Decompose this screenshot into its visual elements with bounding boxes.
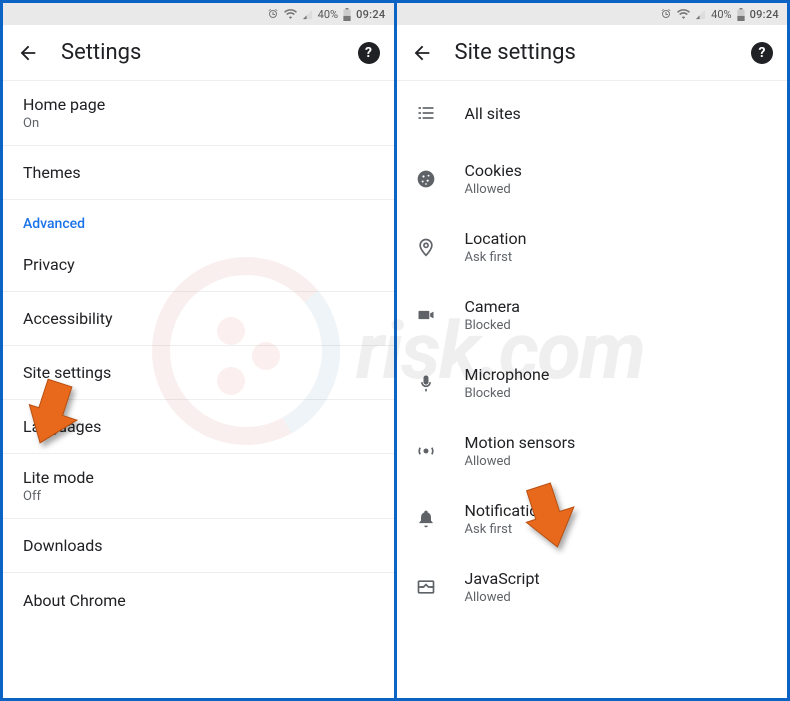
item-camera[interactable]: Camera Blocked — [397, 281, 788, 349]
item-label: Themes — [23, 163, 374, 182]
battery-icon — [737, 8, 745, 21]
item-label: Home page — [23, 95, 374, 114]
status-bar: 40% 09:24 — [397, 3, 788, 25]
item-label: Lite mode — [23, 468, 374, 487]
item-all-sites[interactable]: All sites — [397, 81, 788, 145]
clock-time: 09:24 — [750, 8, 779, 21]
item-accessibility[interactable]: Accessibility — [3, 292, 394, 346]
clock-time: 09:24 — [356, 8, 385, 21]
item-sub: Allowed — [465, 590, 540, 605]
alarm-icon — [660, 8, 672, 20]
phone-site-settings: 40% 09:24 Site settings ? All sites — [397, 3, 788, 698]
item-label: Site settings — [23, 363, 374, 382]
item-label: All sites — [465, 104, 521, 123]
item-privacy[interactable]: Privacy — [3, 238, 394, 292]
item-about-chrome[interactable]: About Chrome — [3, 573, 394, 627]
item-label: Downloads — [23, 536, 374, 555]
item-label: Motion sensors — [465, 433, 576, 452]
item-cookies[interactable]: Cookies Allowed — [397, 145, 788, 213]
item-site-settings[interactable]: Site settings — [3, 346, 394, 400]
item-label: About Chrome — [23, 591, 374, 610]
list-icon — [415, 103, 437, 123]
alarm-icon — [267, 8, 279, 20]
page-title: Site settings — [455, 40, 730, 65]
item-home-page[interactable]: Home page On — [3, 81, 394, 146]
phone-settings: 40% 09:24 Settings ? Home page On Themes… — [3, 3, 397, 698]
wifi-icon — [284, 9, 297, 20]
item-label: Languages — [23, 417, 374, 436]
status-bar: 40% 09:24 — [3, 3, 394, 25]
item-motion-sensors[interactable]: Motion sensors Allowed — [397, 417, 788, 485]
help-icon[interactable]: ? — [751, 42, 773, 64]
battery-percent: 40% — [318, 8, 338, 21]
item-themes[interactable]: Themes — [3, 146, 394, 200]
location-icon — [415, 237, 437, 257]
item-notifications[interactable]: Notifications Ask first — [397, 485, 788, 553]
microphone-icon — [415, 373, 437, 393]
battery-percent: 40% — [711, 8, 731, 21]
item-label: Notifications — [465, 501, 556, 520]
item-sub: Off — [23, 489, 374, 504]
back-button[interactable] — [17, 42, 39, 64]
item-javascript[interactable]: JavaScript Allowed — [397, 553, 788, 621]
item-microphone[interactable]: Microphone Blocked — [397, 349, 788, 417]
item-label: Cookies — [465, 161, 522, 180]
item-sub: Blocked — [465, 318, 520, 333]
help-icon[interactable]: ? — [358, 42, 380, 64]
signal-icon — [302, 9, 313, 20]
section-advanced: Advanced — [3, 200, 394, 238]
item-label: Location — [465, 229, 527, 248]
item-sub: Ask first — [465, 522, 556, 537]
signal-icon — [695, 9, 706, 20]
item-label: Microphone — [465, 365, 550, 384]
camera-icon — [415, 305, 437, 325]
site-settings-list: All sites Cookies Allowed Location A — [397, 81, 788, 621]
cookie-icon — [415, 169, 437, 189]
wifi-icon — [677, 9, 690, 20]
item-label: Accessibility — [23, 309, 374, 328]
item-location[interactable]: Location Ask first — [397, 213, 788, 281]
app-bar: Settings ? — [3, 25, 394, 81]
battery-icon — [343, 8, 351, 21]
app-bar: Site settings ? — [397, 25, 788, 81]
item-lite-mode[interactable]: Lite mode Off — [3, 454, 394, 519]
item-languages[interactable]: Languages — [3, 400, 394, 454]
item-downloads[interactable]: Downloads — [3, 519, 394, 573]
item-label: Camera — [465, 297, 520, 316]
item-sub: Ask first — [465, 250, 527, 265]
item-sub: Allowed — [465, 182, 522, 197]
item-sub: On — [23, 116, 374, 131]
item-label: JavaScript — [465, 569, 540, 588]
javascript-icon — [415, 577, 437, 597]
item-label: Privacy — [23, 255, 374, 274]
motion-icon — [415, 441, 437, 461]
page-title: Settings — [61, 40, 336, 65]
item-sub: Allowed — [465, 454, 576, 469]
item-sub: Blocked — [465, 386, 550, 401]
back-button[interactable] — [411, 42, 433, 64]
bell-icon — [415, 509, 437, 529]
settings-list: Home page On Themes Advanced Privacy Acc… — [3, 81, 394, 627]
